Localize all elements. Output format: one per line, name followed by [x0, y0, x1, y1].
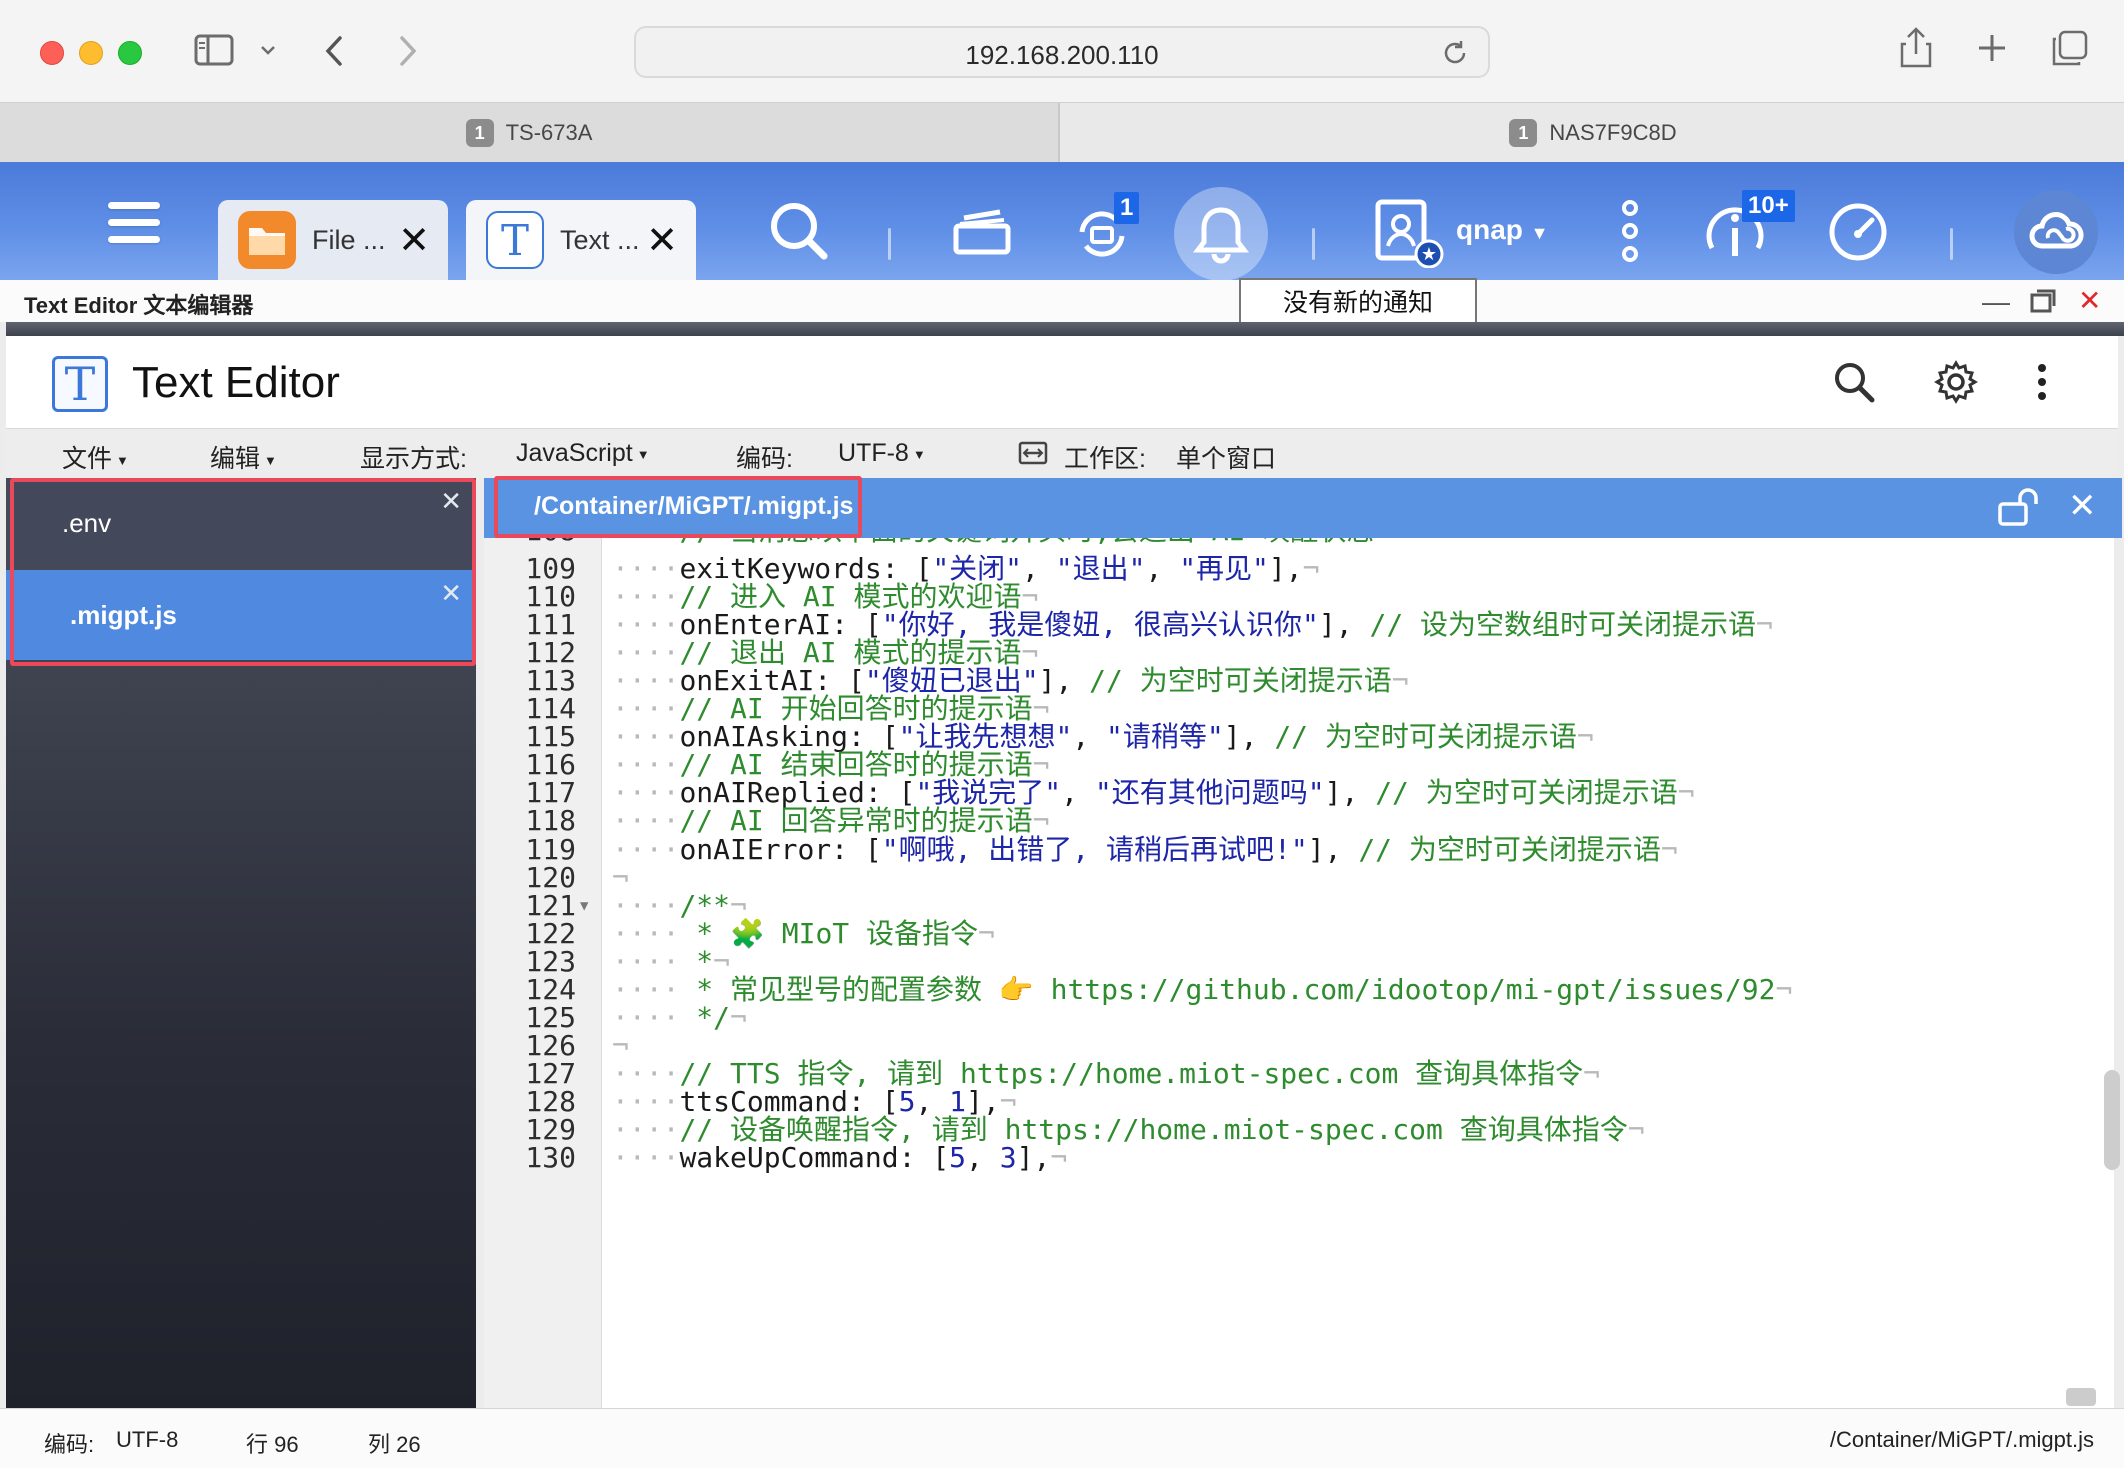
- encoding-value: UTF-8: [838, 439, 909, 467]
- share-icon[interactable]: [1898, 26, 1934, 70]
- browser-tab[interactable]: 1 NAS7F9C8D: [1062, 103, 2124, 163]
- display-mode-dropdown[interactable]: JavaScript ▼: [516, 439, 650, 468]
- username: qnap: [1456, 214, 1523, 245]
- new-tab-icon[interactable]: [1976, 32, 2008, 64]
- url-text: 192.168.200.110: [965, 40, 1159, 70]
- settings-gear-icon[interactable]: [1934, 360, 1978, 404]
- unlock-icon[interactable]: [1998, 488, 2042, 533]
- cloud-icon[interactable]: [2014, 190, 2098, 274]
- more-options-icon[interactable]: [1620, 198, 1640, 264]
- status-encoding-label: 编码:: [44, 1432, 95, 1457]
- maximize-icon[interactable]: [2030, 288, 2056, 320]
- line-number: 108: [484, 538, 576, 550]
- user-menu[interactable]: qnap ▼: [1456, 214, 1549, 246]
- browser-tab-label: NAS7F9C8D: [1549, 120, 1677, 145]
- tab-group-count: 1: [465, 119, 494, 147]
- editor-menu-bar: 文件 ▼ 编辑 ▼ 显示方式: JavaScript ▼ 编码: UTF-8 ▼ 工作区…: [6, 428, 2118, 478]
- notification-count-badge: 10+: [1742, 190, 1795, 222]
- workspace-label: 工作区:: [1064, 445, 1146, 473]
- editor-scrollbar[interactable]: [2104, 1070, 2120, 1170]
- code-text: ····wakeUpCommand: [5, 3],¬: [612, 1141, 1068, 1175]
- cards-icon[interactable]: [950, 204, 1014, 258]
- divider: [888, 228, 891, 260]
- tab-group-count: 1: [1509, 119, 1538, 147]
- taskbar-tab-file-station[interactable]: File ... ✕: [218, 200, 448, 280]
- menu-file[interactable]: 文件 ▼: [62, 439, 129, 475]
- display-mode-label: 显示方式:: [360, 445, 467, 473]
- svg-text:★: ★: [1421, 244, 1437, 264]
- highlight-box: [494, 476, 862, 538]
- close-icon[interactable]: ✕: [2068, 486, 2097, 526]
- browser-tab[interactable]: 1 TS-673A: [0, 103, 1060, 163]
- close-icon[interactable]: ✕: [646, 218, 678, 263]
- status-column: 列 26: [368, 1432, 421, 1457]
- browser-tab-bar: 1 TS-673A 1 NAS7F9C8D: [0, 102, 2124, 163]
- search-icon[interactable]: [1832, 360, 1876, 404]
- taskbar-tab-label: File ...: [312, 224, 386, 255]
- workspace-icon: [1018, 441, 1048, 472]
- browser-tab-label: TS-673A: [505, 120, 593, 145]
- folder-icon: [238, 211, 296, 269]
- user-icon[interactable]: ★: [1374, 198, 1444, 268]
- notification-tooltip: 没有新的通知: [1239, 278, 1477, 324]
- main-menu-icon[interactable]: [108, 202, 160, 253]
- code-text: ····// 当消息以下面的关键词开头时,会退出 AI 唤醒状态¬: [612, 538, 1391, 550]
- menu-edit[interactable]: 编辑 ▼: [210, 439, 277, 475]
- search-icon[interactable]: [766, 198, 830, 262]
- scrollbar-corner: [2066, 1388, 2096, 1406]
- taskbar-tab-text-editor[interactable]: T Text ... ✕: [466, 200, 696, 280]
- tab-overview-icon[interactable]: [2050, 30, 2088, 68]
- encoding-label: 编码:: [736, 445, 793, 473]
- highlight-box: [10, 478, 476, 666]
- minimize-window-button[interactable]: [79, 41, 103, 65]
- minimize-icon[interactable]: —: [1982, 286, 2010, 318]
- browser-toolbar: 192.168.200.110: [0, 0, 2124, 102]
- app-name: Text Editor: [132, 358, 340, 407]
- task-count-badge: 1: [1114, 192, 1140, 224]
- workspace-value[interactable]: 单个窗口: [1176, 439, 1276, 475]
- text-editor-logo-icon: T: [52, 356, 108, 412]
- code-line: 130 ····wakeUpCommand: [5, 3],¬: [484, 1139, 2104, 1177]
- back-icon[interactable]: [322, 34, 346, 68]
- menu-edit-label: 编辑: [210, 445, 261, 473]
- close-window-button[interactable]: [40, 41, 64, 65]
- notification-button[interactable]: [1174, 187, 1268, 281]
- address-bar[interactable]: 192.168.200.110: [634, 26, 1490, 78]
- chevron-down-icon[interactable]: [258, 40, 278, 60]
- qnap-taskbar: File ... ✕ T Text ... ✕ 1 ★ qnap ▼ 10+: [0, 162, 2124, 281]
- reload-icon[interactable]: [1440, 38, 1470, 73]
- window-frame: [6, 322, 2124, 336]
- code-line: 108 ····// 当消息以下面的关键词开头时,会退出 AI 唤醒状态¬: [484, 538, 2104, 550]
- close-icon[interactable]: ✕: [2078, 284, 2101, 317]
- app-header: T Text Editor: [6, 336, 2118, 428]
- status-file-path: /Container/MiGPT/.migpt.js: [1829, 1427, 2094, 1452]
- window-title-bar: Text Editor 文本编辑器: [0, 280, 2124, 322]
- divider: [1950, 228, 1953, 260]
- taskbar-tab-label: Text ...: [560, 224, 640, 255]
- menu-file-label: 文件: [62, 445, 113, 473]
- divider: [1312, 228, 1315, 260]
- close-icon[interactable]: ✕: [398, 218, 430, 263]
- line-number: 130: [525, 1141, 576, 1175]
- status-row: 行 96: [246, 1432, 299, 1457]
- forward-icon[interactable]: [396, 34, 420, 68]
- status-bar: 编码: UTF-8 行 96 列 26 /Container/MiGPT/.mi…: [0, 1408, 2124, 1468]
- status-encoding-value: UTF-8: [116, 1427, 179, 1452]
- display-mode-value: JavaScript: [516, 439, 633, 467]
- encoding-dropdown[interactable]: UTF-8 ▼: [838, 439, 926, 468]
- code-editor[interactable]: 108····// 当消息以下面的关键词开头时,会退出 AI 唤醒状态¬109·…: [484, 538, 2114, 1408]
- window-title: Text Editor 文本编辑器: [24, 293, 254, 318]
- zoom-window-button[interactable]: [118, 41, 142, 65]
- dashboard-gauge-icon[interactable]: [1826, 200, 1890, 264]
- sidebar-toggle-icon[interactable]: [194, 34, 234, 66]
- kebab-menu-icon[interactable]: [2036, 360, 2048, 404]
- text-editor-icon: T: [486, 211, 544, 269]
